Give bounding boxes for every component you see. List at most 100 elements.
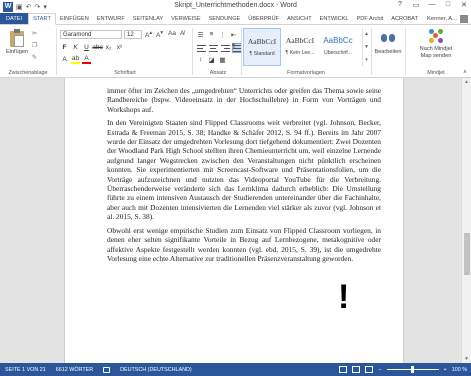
collapse-ribbon-icon[interactable]: ∧ xyxy=(463,69,467,75)
group-divider xyxy=(405,28,406,75)
save-icon[interactable]: ▣ xyxy=(16,3,23,11)
strikethrough-icon[interactable]: abc xyxy=(92,43,102,52)
web-layout-icon[interactable] xyxy=(365,366,374,373)
style-standard[interactable]: AaBbCcI ¶ Standard xyxy=(243,28,281,66)
document-page[interactable]: immer öfter im Zeichen des „umgedrehten“… xyxy=(64,78,404,363)
scroll-down-icon[interactable]: ▼ xyxy=(464,356,469,362)
close-button[interactable]: ✕ xyxy=(459,1,469,9)
font-color-icon[interactable]: A xyxy=(82,55,91,64)
shrink-font-icon[interactable]: A▾ xyxy=(156,30,163,39)
numbering-icon[interactable]: ≡ xyxy=(207,30,216,39)
exclamation-mark: ! xyxy=(338,278,350,316)
styles-group-label: Formatvorlagen xyxy=(287,70,325,76)
document-area[interactable]: immer öfter im Zeichen des „umgedrehten“… xyxy=(0,78,461,363)
tab-seitenlayout[interactable]: SEITENLAY xyxy=(129,13,167,24)
underline-icon[interactable]: U xyxy=(82,43,91,52)
font-size-field[interactable]: 12 xyxy=(124,30,142,39)
chevron-up-icon[interactable]: ▲ xyxy=(364,31,369,37)
scroll-thumb[interactable] xyxy=(464,233,470,275)
paragraph[interactable]: In den Vereinigten Staaten sind Flipped … xyxy=(107,118,381,221)
chevron-down-icon[interactable]: ▼ xyxy=(364,44,369,50)
zoom-level[interactable]: 100 % xyxy=(452,367,467,373)
align-right-icon[interactable] xyxy=(220,43,230,53)
undo-icon[interactable]: ↶ xyxy=(26,3,32,11)
read-mode-icon[interactable] xyxy=(339,366,348,373)
group-divider xyxy=(56,28,57,75)
editing-button[interactable]: Bearbeiten xyxy=(373,29,403,55)
tab-acrobat[interactable]: ACROBAT xyxy=(387,13,422,24)
tab-verweise[interactable]: VERWEISE xyxy=(167,13,204,24)
bold-icon[interactable]: F xyxy=(60,43,69,52)
font-name-field[interactable]: Garamond xyxy=(60,30,122,39)
copy-icon[interactable]: ❐ xyxy=(32,42,37,49)
tab-einfuegen[interactable]: EINFÜGEN xyxy=(56,13,93,24)
word-count[interactable]: 6612 WÖRTER xyxy=(51,367,98,373)
style-sample: AaBbCc xyxy=(323,36,353,45)
cut-icon[interactable]: ✂ xyxy=(32,30,37,37)
align-center-icon[interactable] xyxy=(208,43,218,53)
tab-entwurf[interactable]: ENTWURF xyxy=(93,13,129,24)
group-divider xyxy=(192,28,193,75)
tab-entwicklertools[interactable]: ENTWICKL xyxy=(316,13,353,24)
ribbon-display-button[interactable]: ▭ xyxy=(411,1,421,9)
user-account[interactable]: Kenner, A... xyxy=(427,13,471,24)
change-case-icon[interactable]: Aa xyxy=(168,30,176,37)
zoom-out-button[interactable]: − xyxy=(378,367,381,373)
redo-icon[interactable]: ↷ xyxy=(35,3,41,11)
zoom-in-button[interactable]: + xyxy=(444,367,447,373)
shading-icon[interactable]: ◪ xyxy=(207,55,216,64)
maximize-button[interactable]: □ xyxy=(443,1,453,9)
language-indicator[interactable]: DEUTSCH (DEUTSCHLAND) xyxy=(115,367,197,373)
format-painter-icon[interactable]: ✎ xyxy=(32,54,37,61)
customize-icon[interactable]: ▾ xyxy=(43,3,47,11)
text-effects-icon[interactable]: A xyxy=(60,55,69,64)
styles-gallery-scroll[interactable]: ▲ ▼ ▾ xyxy=(362,28,370,66)
document-body[interactable]: immer öfter im Zeichen des „umgedrehten“… xyxy=(107,86,381,267)
send-to-mindjet-button[interactable]: Nach Mindjet Map senden xyxy=(408,29,464,60)
mindjet-group-label: Mindjet xyxy=(427,70,445,76)
group-divider xyxy=(371,28,372,75)
vertical-scrollbar[interactable]: ▲ ▼ xyxy=(461,78,471,363)
paragraph[interactable]: Obwohl erst wenige empirische Studien zu… xyxy=(107,226,381,264)
tab-sendungen[interactable]: SENDUNGE xyxy=(205,13,245,24)
subscript-icon[interactable]: x₂ xyxy=(104,43,113,52)
zoom-slider[interactable] xyxy=(386,366,439,373)
superscript-icon[interactable]: x² xyxy=(115,43,124,52)
clear-formatting-icon[interactable]: A̸ xyxy=(180,30,184,37)
tab-start[interactable]: START xyxy=(28,13,56,25)
paragraph-group-label: Absatz xyxy=(209,70,227,76)
borders-icon[interactable]: ▦ xyxy=(218,55,227,64)
line-spacing-icon[interactable]: ↕ xyxy=(196,55,205,64)
paragraph-row-1: ☰ ≡ ⋮ ⇤ xyxy=(196,30,238,39)
editing-label: Bearbeiten xyxy=(374,49,402,55)
proofing-status[interactable] xyxy=(98,366,115,373)
tab-ansicht[interactable]: ANSICHT xyxy=(283,13,316,24)
tab-pdf-architect[interactable]: PDF Archit xyxy=(353,13,388,24)
highlight-color-icon[interactable]: ab xyxy=(71,55,80,64)
minimize-button[interactable]: — xyxy=(427,1,437,9)
print-layout-icon[interactable] xyxy=(352,366,361,373)
help-button[interactable]: ? xyxy=(395,1,405,9)
tab-ueberpruefen[interactable]: ÜBERPRÜF xyxy=(244,13,283,24)
paste-button[interactable]: Einfügen xyxy=(4,29,30,55)
style-heading[interactable]: AaBbCc Überschrif... xyxy=(319,28,357,66)
paragraph[interactable]: immer öfter im Zeichen des „umgedrehten“… xyxy=(107,86,381,114)
italic-icon[interactable]: K xyxy=(71,43,80,52)
align-left-icon[interactable] xyxy=(196,43,206,53)
multilevel-list-icon[interactable]: ⋮ xyxy=(218,30,227,39)
bullets-icon[interactable]: ☰ xyxy=(196,30,205,39)
ribbon-tabs: DATEI START EINFÜGEN ENTWURF SEITENLAY V… xyxy=(0,13,471,25)
mindjet-icon xyxy=(429,29,443,43)
decrease-indent-icon[interactable]: ⇤ xyxy=(229,30,238,39)
style-no-spacing[interactable]: AaBbCcI ¶ Kein Lee... xyxy=(281,28,319,66)
zoom-slider-thumb[interactable] xyxy=(410,366,414,373)
clipboard-icon xyxy=(9,29,25,47)
font-format-row: F K U abc x₂ x² xyxy=(60,43,124,52)
show-formatting-icon[interactable]: ¶ xyxy=(232,43,236,50)
grow-font-icon[interactable]: A▴ xyxy=(145,30,152,39)
tab-datei[interactable]: DATEI xyxy=(0,13,29,24)
page-indicator[interactable]: SEITE 1 VON 21 xyxy=(0,367,51,373)
word-logo-icon[interactable]: W xyxy=(3,1,13,12)
scroll-up-icon[interactable]: ▲ xyxy=(464,79,469,85)
more-icon[interactable]: ▾ xyxy=(365,57,368,63)
